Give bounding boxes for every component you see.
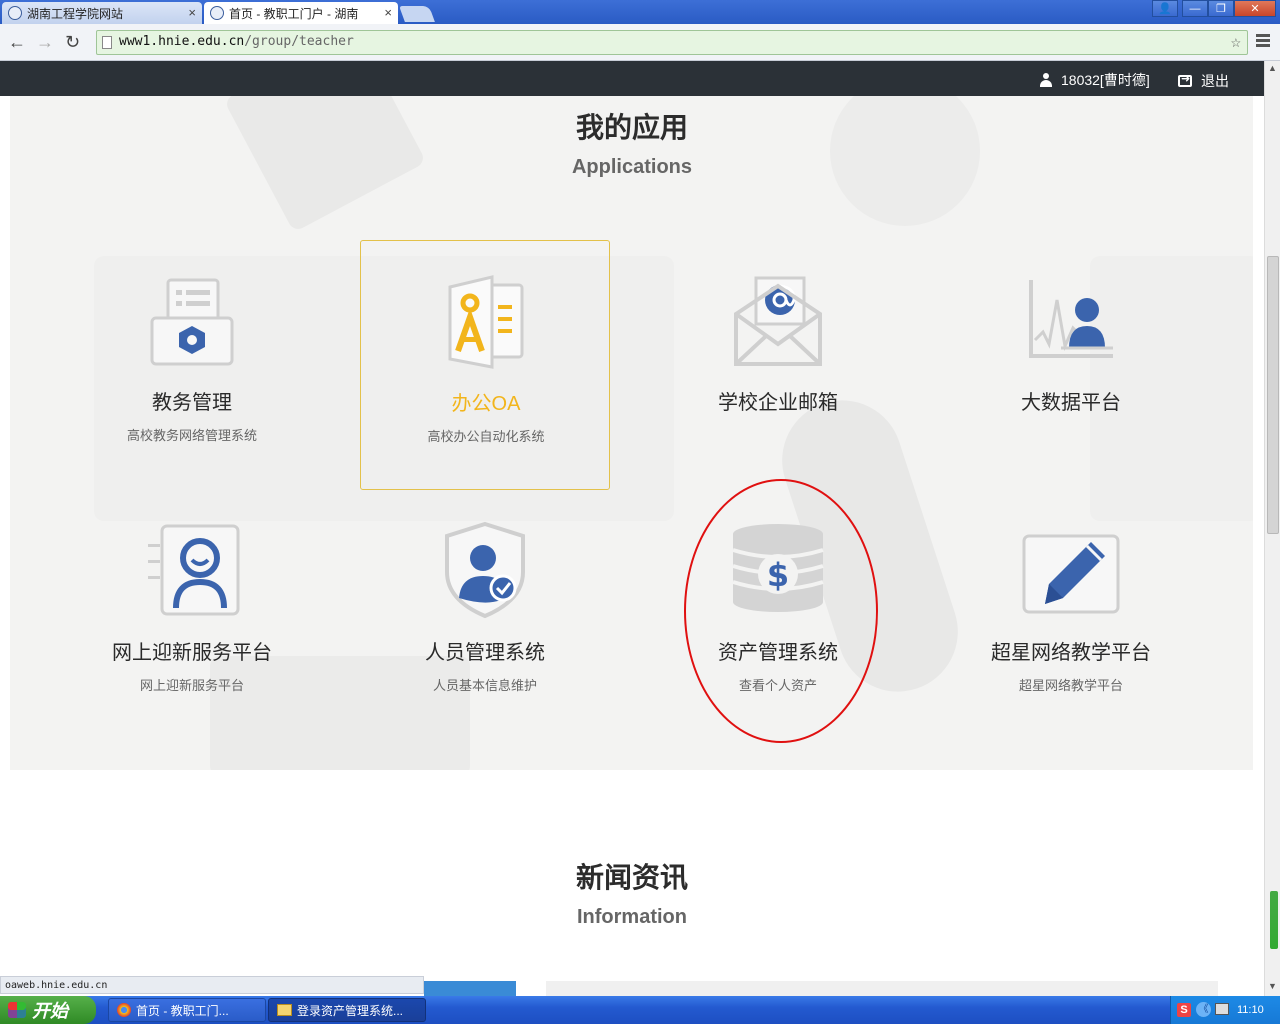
user-info[interactable]: 18032[曹时德]: [1040, 70, 1150, 90]
top-user-bar: 18032[曹时德] 退出: [0, 61, 1264, 96]
network-icon[interactable]: [1215, 1003, 1229, 1015]
site-favicon-icon: [210, 6, 224, 20]
clock[interactable]: 11:10: [1237, 1004, 1264, 1016]
scrollbar-thumb[interactable]: [1267, 256, 1279, 534]
windows-logo-icon: [8, 1002, 26, 1018]
chrome-icon: [117, 1003, 131, 1017]
news-subtitle: Information: [577, 906, 687, 928]
page-icon: [102, 36, 112, 49]
app-card-freshman-service[interactable]: 网上迎新服务平台 网上迎新服务平台: [67, 490, 317, 740]
chart-user-icon: [1029, 280, 1113, 358]
forward-icon[interactable]: →: [36, 32, 54, 53]
minimize-button[interactable]: —: [1182, 0, 1208, 17]
tab-title: 湖南工程学院网站: [27, 6, 124, 21]
system-tray: S 《 11:10: [1170, 996, 1280, 1024]
vertical-scrollbar[interactable]: ▲ ▼: [1264, 61, 1280, 996]
pencil-edit-icon: [1022, 534, 1120, 614]
app-card-chaoxing-teaching[interactable]: 超星网络教学平台 超星网络教学平台: [946, 490, 1196, 740]
scroll-up-icon[interactable]: ▲: [1268, 63, 1277, 73]
ime-icon[interactable]: S: [1177, 1003, 1191, 1017]
browser-menu-icon[interactable]: [1256, 34, 1270, 49]
tab-hnie-website[interactable]: 湖南工程学院网站 ×: [2, 2, 202, 24]
app-name: 网上迎新服务平台: [112, 642, 272, 664]
browser-tab-strip: 湖南工程学院网站 × 首页 - 教职工门户 - 湖南 × 👤 — ❐ ✕: [0, 0, 1280, 24]
back-icon[interactable]: ←: [8, 32, 26, 53]
welcome-person-icon: [148, 524, 240, 616]
username: 18032[曹时德]: [1061, 72, 1150, 88]
scroll-down-icon[interactable]: ▼: [1268, 981, 1277, 991]
app-name: 教务管理: [152, 392, 232, 414]
app-description: 超星网络教学平台: [1018, 678, 1123, 693]
task-label: 登录资产管理系统...: [297, 1003, 404, 1018]
app-name: 大数据平台: [1021, 392, 1121, 414]
bookmark-star-icon[interactable]: ☆: [1231, 32, 1241, 52]
email-envelope-icon: [734, 276, 822, 366]
applications-title: 我的应用: [575, 111, 688, 144]
close-window-button[interactable]: ✕: [1234, 0, 1276, 17]
folder-icon: [277, 1004, 292, 1016]
app-description: 人员基本信息维护: [432, 678, 537, 693]
logout-icon: [1178, 72, 1192, 87]
app-name: 学校企业邮箱: [718, 392, 838, 414]
restore-button[interactable]: ❐: [1208, 0, 1234, 17]
app-name: 人员管理系统: [425, 642, 545, 664]
url-host: www1.hnie.edu.cn: [119, 34, 245, 49]
news-list-strip: [546, 981, 1218, 996]
taskbar-item-folder[interactable]: 登录资产管理系统...: [268, 998, 426, 1022]
logout-label: 退出: [1201, 73, 1229, 89]
profile-icon[interactable]: 👤: [1152, 0, 1178, 17]
app-card-school-email[interactable]: 学校企业邮箱: [653, 240, 903, 490]
tab-close-icon[interactable]: ×: [188, 5, 196, 20]
site-favicon-icon: [8, 6, 22, 20]
annotation-red-circle: [684, 479, 878, 743]
windows-taskbar: 开始 首页 - 教职工门... 登录资产管理系统... S 《 11:10: [0, 996, 1280, 1024]
app-card-personnel-management[interactable]: 人员管理系统 人员基本信息维护: [360, 490, 610, 740]
app-card-big-data[interactable]: 大数据平台: [946, 240, 1196, 490]
tray-expand-icon[interactable]: 《: [1196, 1002, 1211, 1017]
applications-subtitle: Applications: [571, 156, 692, 178]
app-card-academic-affairs[interactable]: 教务管理 高校教务网络管理系统: [67, 240, 317, 490]
status-bar-url: oaweb.hnie.edu.cn: [0, 976, 424, 994]
scroll-indicator: [1270, 891, 1278, 949]
app-name: 超星网络教学平台: [991, 642, 1151, 664]
app-description: 高校办公自动化系统: [427, 429, 545, 444]
tab-title: 首页 - 教职工门户 - 湖南: [229, 6, 359, 21]
shield-user-icon: [445, 521, 525, 619]
news-title: 新闻资讯: [575, 861, 688, 894]
news-image-thumbnail[interactable]: [424, 981, 516, 996]
user-icon: [1040, 73, 1052, 87]
page-viewport: 18032[曹时德] 退出 我的应用 Applications 教务管理 高校教…: [0, 61, 1264, 996]
document-gear-icon: [150, 278, 234, 366]
tab-close-icon[interactable]: ×: [384, 5, 392, 20]
logout-button[interactable]: 退出: [1178, 71, 1229, 91]
app-description: 高校教务网络管理系统: [126, 428, 257, 443]
address-bar[interactable]: www1.hnie.edu.cn/group/teacher ☆: [96, 30, 1248, 55]
app-description: 网上迎新服务平台: [139, 678, 244, 693]
taskbar-item-chrome[interactable]: 首页 - 教职工门...: [108, 998, 266, 1022]
url-path: /group/teacher: [244, 34, 354, 49]
start-button[interactable]: 开始: [0, 996, 96, 1024]
tab-teacher-portal[interactable]: 首页 - 教职工门户 - 湖南 ×: [204, 2, 398, 24]
app-card-office-oa[interactable]: 办公OA 高校办公自动化系统: [360, 240, 610, 490]
new-tab-button[interactable]: [399, 6, 435, 22]
task-label: 首页 - 教职工门...: [136, 1003, 229, 1018]
start-label: 开始: [32, 1001, 68, 1021]
oa-document-icon: [448, 275, 524, 369]
app-name: 办公OA: [451, 393, 521, 415]
reload-icon[interactable]: ↻: [65, 32, 80, 53]
